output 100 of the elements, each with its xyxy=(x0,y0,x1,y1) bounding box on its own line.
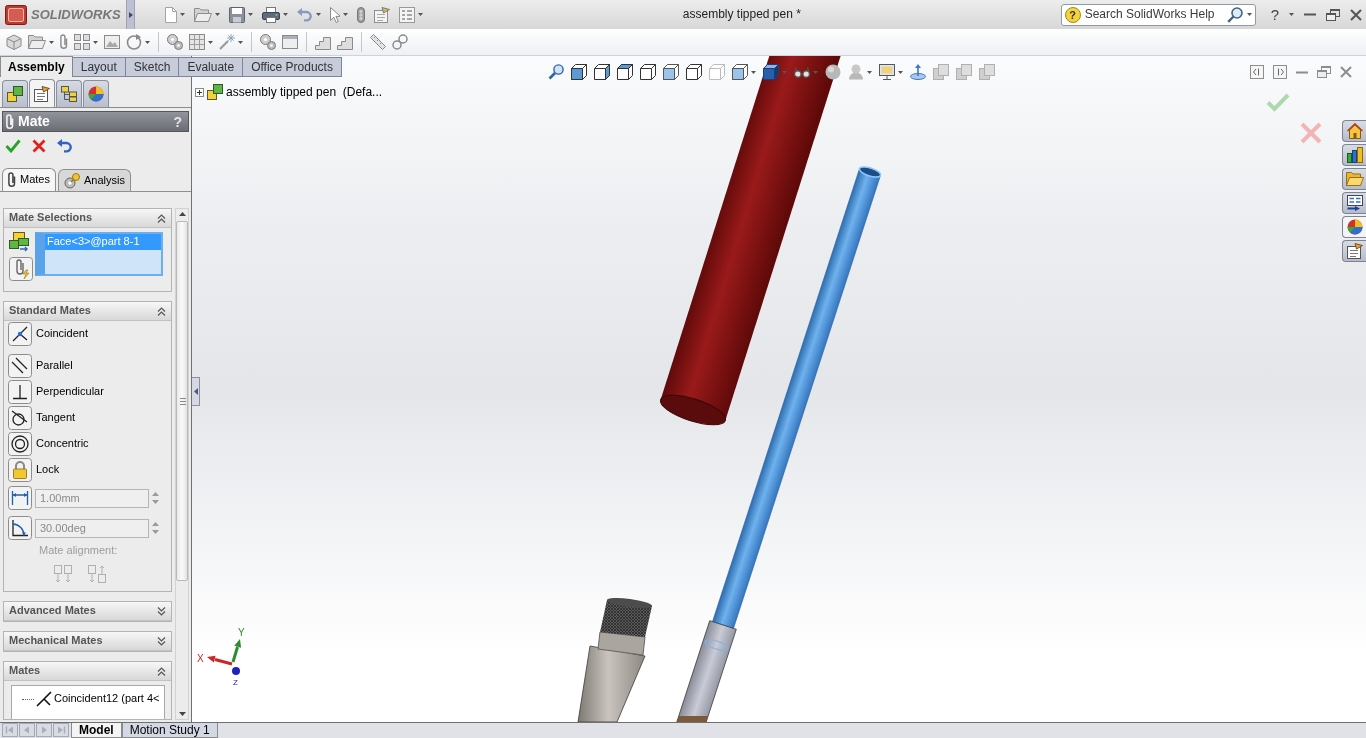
caret-icon[interactable] xyxy=(145,40,150,44)
manager-tab[interactable] xyxy=(83,80,109,107)
panel-left-icon[interactable] xyxy=(1250,65,1264,79)
traffic-light-icon[interactable] xyxy=(357,6,365,23)
task-pane-tab[interactable] xyxy=(1342,216,1366,238)
checklist-icon[interactable] xyxy=(399,6,415,23)
caret-icon[interactable] xyxy=(208,40,213,44)
caret-icon[interactable] xyxy=(867,70,872,74)
task-pane-tab[interactable] xyxy=(1342,240,1366,262)
ribbon-tab[interactable]: Layout xyxy=(71,57,126,77)
ribbon-tab[interactable]: Office Products xyxy=(242,57,342,77)
caret-icon[interactable] xyxy=(248,13,253,16)
double-chevron-up-icon[interactable] xyxy=(157,306,166,316)
scroll-up-arrow-icon[interactable] xyxy=(178,212,186,216)
picture-icon[interactable] xyxy=(104,35,120,49)
paperclip-bolt-icon[interactable] xyxy=(9,257,33,281)
double-chevron-down-icon[interactable] xyxy=(157,636,166,646)
double-chevron-up-icon[interactable] xyxy=(157,213,166,223)
rotate-icon[interactable] xyxy=(126,34,142,50)
discs-icon[interactable] xyxy=(260,34,276,50)
caret-icon[interactable] xyxy=(49,40,54,44)
panel-tab[interactable]: Mates xyxy=(2,168,56,191)
clipboard-icon[interactable] xyxy=(374,6,390,23)
group-header[interactable]: Standard Mates xyxy=(4,302,171,321)
monitor-icon[interactable] xyxy=(879,64,895,80)
caret-icon[interactable] xyxy=(283,13,288,16)
caret-icon[interactable] xyxy=(93,40,98,44)
block-icon[interactable] xyxy=(6,34,22,50)
cube-icon[interactable] xyxy=(663,64,679,80)
paperclip-icon[interactable] xyxy=(60,34,68,50)
scrollbar-thumb[interactable] xyxy=(176,221,188,581)
mate-option[interactable]: Lock xyxy=(8,458,60,482)
glasses-icon[interactable] xyxy=(794,66,810,78)
discs-icon[interactable] xyxy=(167,34,183,50)
ribbon-tab[interactable]: Assembly xyxy=(0,56,73,77)
mate-option[interactable]: Tangent xyxy=(8,406,76,430)
panel-tab[interactable]: Analysis xyxy=(57,169,131,191)
stairs-icon[interactable] xyxy=(315,34,331,50)
undo-icon[interactable] xyxy=(57,139,73,153)
mate-option[interactable]: Coincident xyxy=(8,322,88,346)
double-chevron-up-icon[interactable] xyxy=(157,666,166,676)
axis-icon[interactable] xyxy=(910,64,926,80)
folder-icon[interactable] xyxy=(28,35,46,49)
cube-icon[interactable] xyxy=(732,64,748,80)
task-pane-tab[interactable] xyxy=(1342,120,1366,142)
panel-right-icon[interactable] xyxy=(1273,65,1287,79)
group-header[interactable]: Mates xyxy=(4,662,171,681)
caret-icon[interactable] xyxy=(751,70,756,74)
caret-icon[interactable] xyxy=(316,13,321,16)
task-pane-tab[interactable] xyxy=(1342,144,1366,166)
cube-icon[interactable] xyxy=(594,64,610,80)
cube-icon[interactable] xyxy=(571,64,587,80)
splitter-handle[interactable] xyxy=(192,377,200,406)
minimize-icon[interactable] xyxy=(1304,13,1316,16)
search-field[interactable]: ? Search SolidWorks Help xyxy=(1060,3,1256,26)
task-pane-tab[interactable] xyxy=(1342,192,1366,214)
caret-icon[interactable] xyxy=(1246,13,1252,16)
caret-icon[interactable] xyxy=(418,13,423,16)
magnifier-icon[interactable] xyxy=(548,64,564,80)
mate-option[interactable]: Concentric xyxy=(8,432,89,456)
caret-icon[interactable] xyxy=(238,40,243,44)
manager-tab[interactable] xyxy=(29,79,55,107)
close-icon[interactable] xyxy=(1350,8,1362,21)
ribbon-tab[interactable]: Sketch xyxy=(124,57,180,77)
caret-icon[interactable] xyxy=(343,13,348,16)
double-chevron-down-icon[interactable] xyxy=(157,606,166,616)
rings-icon[interactable] xyxy=(392,34,408,50)
bottom-tab[interactable]: Model xyxy=(71,723,122,738)
menu-flyout-button[interactable] xyxy=(126,0,135,29)
caret-icon[interactable] xyxy=(898,70,903,74)
window-icon[interactable] xyxy=(282,35,298,49)
ribbon-tab[interactable]: Evaluate xyxy=(178,57,244,77)
restore-icon[interactable] xyxy=(1326,8,1340,21)
printer-icon[interactable] xyxy=(262,6,280,23)
group-header[interactable]: Mate Selections xyxy=(4,209,171,228)
restore-icon[interactable] xyxy=(1317,66,1331,78)
new-document-icon[interactable] xyxy=(165,6,177,23)
pointer-icon[interactable] xyxy=(330,6,340,23)
manager-tab[interactable] xyxy=(2,80,28,107)
sphere-icon[interactable] xyxy=(825,64,841,80)
caret-icon[interactable] xyxy=(215,13,220,16)
group-header[interactable]: Advanced Mates xyxy=(4,602,171,621)
tree-root-label[interactable]: assembly tipped pen (Defa... xyxy=(226,84,383,100)
close-icon[interactable] xyxy=(1340,66,1352,78)
scroll-down-arrow-icon[interactable] xyxy=(178,712,186,716)
help-button[interactable]: ? xyxy=(1270,7,1279,22)
folder-icon[interactable] xyxy=(194,7,212,22)
distance-icon[interactable] xyxy=(8,486,32,510)
caret-icon[interactable] xyxy=(1289,13,1294,16)
list-item[interactable]: Coincident12 (part 4< xyxy=(22,691,164,707)
search-icon[interactable] xyxy=(1226,6,1243,23)
bottom-tab[interactable]: Motion Study 1 xyxy=(121,723,218,738)
cube-icon[interactable] xyxy=(617,64,633,80)
caret-icon[interactable] xyxy=(180,13,185,16)
minimize-icon[interactable] xyxy=(1296,70,1308,74)
grid-icon[interactable] xyxy=(74,34,90,50)
ruler-icon[interactable] xyxy=(370,34,386,50)
group-header[interactable]: Mechanical Mates xyxy=(4,632,171,651)
cube-icon[interactable] xyxy=(686,64,702,80)
angle-icon[interactable] xyxy=(8,516,32,540)
